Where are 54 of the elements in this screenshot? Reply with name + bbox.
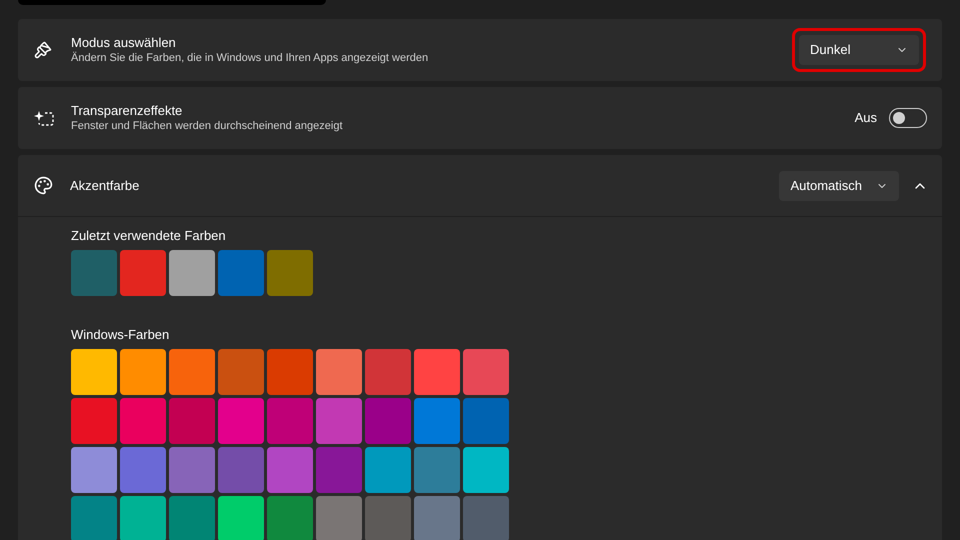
color-swatch[interactable] [463,398,509,444]
color-swatch[interactable] [71,496,117,540]
color-swatch[interactable] [365,496,411,540]
color-swatch[interactable] [169,496,215,540]
card-subtitle: Fenster und Flächen werden durchscheinend angezeigt [71,119,344,134]
color-swatch[interactable] [365,398,411,444]
color-swatch[interactable] [463,496,509,540]
toggle-switch[interactable] [889,108,927,128]
color-swatch[interactable] [120,398,166,444]
color-swatch[interactable] [463,349,509,395]
color-swatch[interactable] [365,349,411,395]
toggle-label: Aus [854,109,877,128]
palette-icon [34,176,53,195]
color-swatch[interactable] [169,250,215,296]
color-swatch[interactable] [316,447,362,493]
color-swatch[interactable] [71,349,117,395]
color-swatch[interactable] [218,398,264,444]
section-label: Zuletzt verwendete Farben [71,227,227,244]
color-swatch[interactable] [316,496,362,540]
color-swatch[interactable] [414,398,460,444]
paintbrush-icon [34,41,52,59]
color-swatch[interactable] [365,447,411,493]
color-swatch[interactable] [267,250,313,296]
color-swatch[interactable] [120,250,166,296]
color-swatch[interactable] [316,349,362,395]
card-title: Transparenzeffekte [71,102,184,119]
accent-dropdown[interactable]: Automatisch [779,170,899,200]
mode-dropdown[interactable]: Dunkel [799,35,919,65]
color-swatch[interactable] [463,447,509,493]
color-swatch[interactable] [169,447,215,493]
section-label: Windows-Farben [71,326,170,343]
color-swatch[interactable] [218,349,264,395]
card-title: Modus auswählen [71,34,177,51]
color-swatch[interactable] [218,496,264,540]
color-swatch[interactable] [218,250,264,296]
card-title: Akzentfarbe [70,176,140,195]
color-swatch[interactable] [169,398,215,444]
color-swatch[interactable] [267,496,313,540]
color-swatch[interactable] [71,398,117,444]
color-swatch[interactable] [71,447,117,493]
color-swatch[interactable] [120,349,166,395]
color-swatch[interactable] [120,496,166,540]
color-swatch[interactable] [120,447,166,493]
color-swatch[interactable] [218,447,264,493]
card-subtitle: Ändern Sie die Farben, die in Windows und Ihren Apps angezeigt werden [71,51,430,66]
color-swatch[interactable] [267,447,313,493]
color-swatch[interactable] [414,447,460,493]
color-swatch[interactable] [267,349,313,395]
color-swatch[interactable] [267,398,313,444]
color-swatch[interactable] [169,349,215,395]
color-swatch[interactable] [414,349,460,395]
color-swatch[interactable] [414,496,460,540]
color-swatch[interactable] [71,250,117,296]
color-swatch[interactable] [316,398,362,444]
